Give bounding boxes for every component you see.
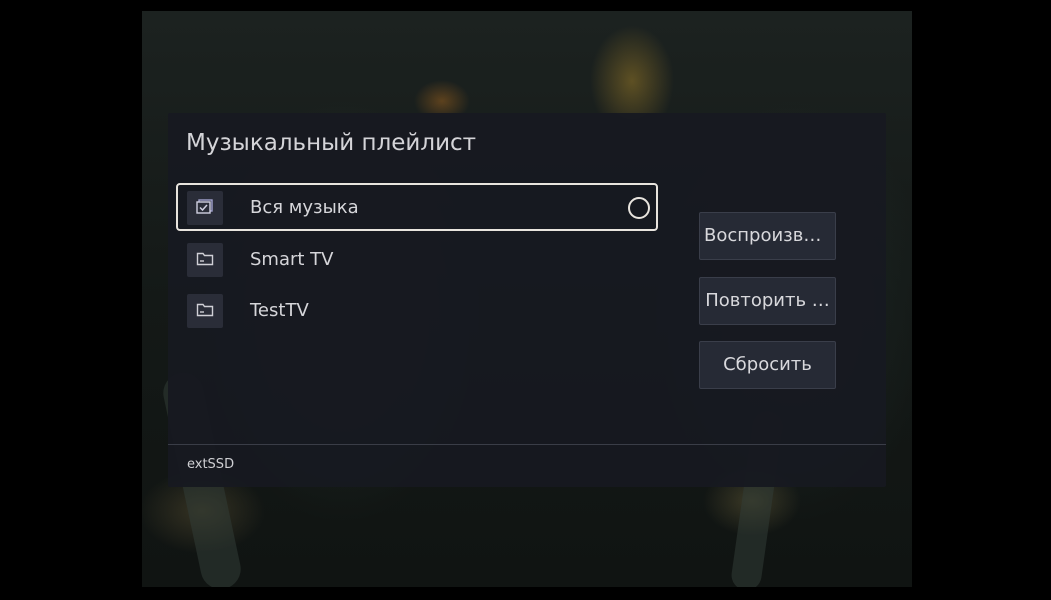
list-item-testtv[interactable]: TestTV [176, 286, 658, 334]
source-label: extSSD [187, 457, 235, 472]
radio-button[interactable] [628, 197, 650, 219]
list-item-label: TestTV [250, 300, 309, 321]
playlist-check-icon [187, 191, 223, 225]
list-item-all-music[interactable]: Вся музыка [176, 183, 658, 231]
list-item-smart-tv[interactable]: Smart TV [176, 235, 658, 283]
dialog-title: Музыкальный плейлист [186, 130, 477, 156]
play-button[interactable]: Воспроизве… [699, 212, 836, 260]
music-playlist-dialog: Музыкальный плейлист Вся музыка Smart TV [168, 113, 886, 487]
folder-icon [187, 294, 223, 328]
list-item-label: Smart TV [250, 249, 334, 270]
footer-divider [168, 444, 886, 445]
list-item-label: Вся музыка [250, 197, 359, 218]
folder-icon [187, 243, 223, 277]
reset-button[interactable]: Сбросить [699, 341, 836, 389]
repeat-button[interactable]: Повторить … [699, 277, 836, 325]
